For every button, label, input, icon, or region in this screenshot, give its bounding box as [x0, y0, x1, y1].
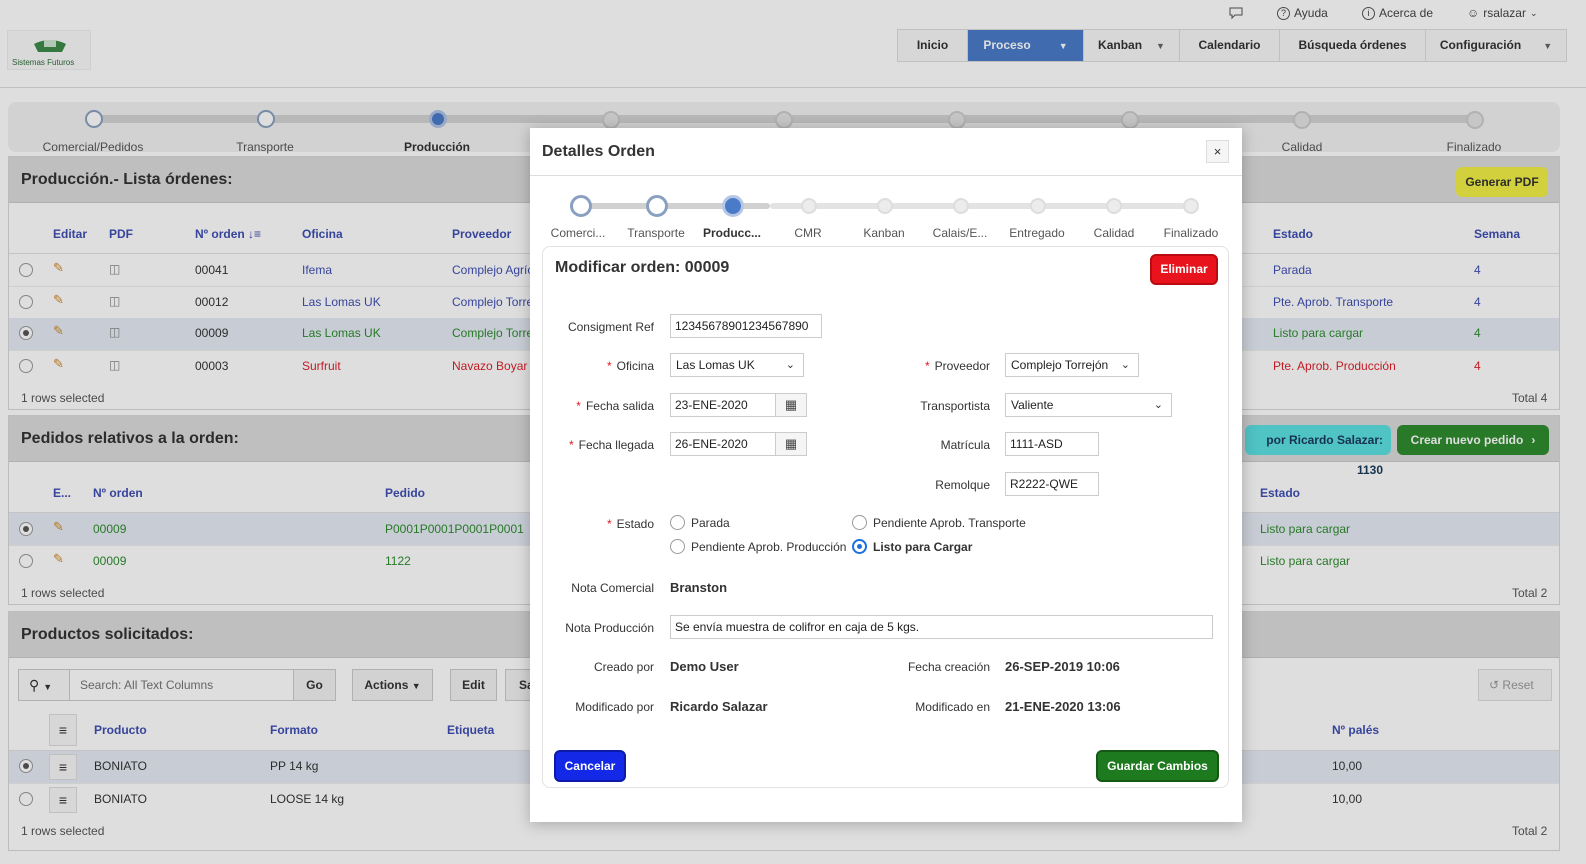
chevron-down-icon: ⌄ — [1153, 399, 1163, 411]
status-label: * Estado — [607, 517, 654, 531]
step-dot[interactable] — [1106, 198, 1122, 214]
production-note-field[interactable]: Se envía muestra de colifror en caja de … — [670, 615, 1213, 639]
order-details-dialog: Detalles Orden × Comerci... Transporte P… — [530, 128, 1242, 822]
step-dot[interactable] — [877, 198, 893, 214]
required-marker: * — [606, 359, 612, 373]
step-label: Entregado — [1009, 226, 1065, 240]
step-label-current: Producc... — [702, 226, 762, 240]
status-option-parada[interactable]: Parada — [670, 515, 730, 530]
office-label: * Oficina — [607, 359, 654, 373]
departure-label-text: Fecha salida — [585, 399, 654, 413]
supplier-select[interactable]: Complejo Torrejón ⌄ — [1005, 353, 1139, 377]
step-dot-done[interactable] — [646, 195, 668, 217]
created-by-value: Demo User — [670, 659, 739, 674]
trailer-field[interactable]: R2222-QWE — [1005, 472, 1099, 496]
created-by-label: Creado por — [593, 660, 654, 674]
modified-at-value: 21-ENE-2020 13:06 — [1005, 699, 1121, 714]
step-label: Comerci... — [550, 226, 606, 240]
modified-at-label: Modificado en — [915, 700, 990, 714]
supplier-label-text: Proveedor — [934, 359, 990, 373]
calendar-icon[interactable]: ▦ — [775, 432, 807, 456]
dialog-title: Detalles Orden — [542, 143, 655, 160]
step-dot-current[interactable] — [722, 195, 744, 217]
consignment-field[interactable]: 12345678901234567890 — [670, 314, 822, 338]
radio-label: Parada — [691, 515, 730, 530]
modified-by-label: Modificado por — [575, 700, 654, 714]
step-label: CMR — [794, 226, 822, 240]
commercial-note-label: Nota Comercial — [571, 581, 654, 595]
step-dot[interactable] — [801, 198, 817, 214]
created-at-label: Fecha creación — [907, 660, 990, 674]
plate-label: Matrícula — [940, 438, 990, 452]
status-option-ready[interactable]: Listo para Cargar — [852, 539, 972, 554]
step-label: Calidad — [1093, 226, 1135, 240]
step-label: Kanban — [863, 226, 905, 240]
required-marker: * — [606, 517, 612, 531]
status-option-transport[interactable]: Pendiente Aprob. Transporte — [852, 515, 1026, 530]
created-at-value: 26-SEP-2019 10:06 — [1005, 659, 1120, 674]
consignment-label: Consigment Ref — [567, 320, 654, 334]
step-dot-done[interactable] — [570, 195, 592, 217]
save-changes-button[interactable]: Guardar Cambios — [1096, 750, 1219, 782]
radio-button[interactable] — [670, 515, 685, 530]
form-title: Modificar orden: 00009 — [555, 259, 730, 276]
production-note-label: Nota Producción — [565, 621, 654, 635]
edit-order-form: Modificar orden: 00009 Eliminar Consigme… — [542, 246, 1229, 788]
step-dot[interactable] — [1183, 198, 1199, 214]
stepper-track — [770, 203, 1192, 209]
arrival-date-field[interactable]: 26-ENE-2020 — [670, 432, 776, 456]
office-value: Las Lomas UK — [676, 358, 755, 372]
calendar-icon[interactable]: ▦ — [775, 393, 807, 417]
supplier-label: * Proveedor — [925, 359, 990, 373]
step-label: Transporte — [627, 226, 685, 240]
carrier-select[interactable]: Valiente ⌄ — [1005, 393, 1172, 417]
departure-label: * Fecha salida — [576, 399, 654, 413]
required-marker: * — [576, 399, 581, 413]
office-label-text: Oficina — [616, 359, 654, 373]
chevron-down-icon: ⌄ — [785, 359, 795, 371]
step-label: Calais/E... — [932, 226, 988, 240]
departure-date-field[interactable]: 23-ENE-2020 — [670, 393, 776, 417]
commercial-note-value: Branston — [670, 580, 728, 595]
modified-by-value: Ricardo Salazar — [670, 699, 768, 714]
radio-label: Listo para Cargar — [873, 539, 973, 554]
arrival-label: * Fecha llegada — [569, 438, 654, 452]
required-marker: * — [924, 359, 930, 373]
office-select[interactable]: Las Lomas UK ⌄ — [670, 353, 804, 377]
chevron-down-icon: ⌄ — [1120, 359, 1130, 371]
status-label-text: Estado — [616, 517, 654, 531]
required-marker: * — [568, 438, 574, 452]
cancel-button[interactable]: Cancelar — [554, 750, 626, 782]
radio-label: Pendiente Aprob. Transporte — [873, 515, 1026, 530]
delete-button[interactable]: Eliminar — [1150, 254, 1218, 285]
status-option-production[interactable]: Pendiente Aprob. Producción — [670, 539, 846, 554]
radio-label: Pendiente Aprob. Producción — [691, 539, 847, 554]
arrival-label-text: Fecha llegada — [578, 438, 654, 452]
supplier-value: Complejo Torrejón — [1011, 358, 1109, 372]
radio-button-selected[interactable] — [852, 539, 867, 554]
step-dot[interactable] — [1030, 198, 1046, 214]
divider — [530, 175, 1242, 176]
step-dot[interactable] — [953, 198, 969, 214]
close-icon[interactable]: × — [1206, 140, 1229, 163]
step-label: Finalizado — [1163, 226, 1219, 240]
plate-field[interactable]: 1111-ASD — [1005, 432, 1099, 456]
radio-button[interactable] — [852, 515, 867, 530]
carrier-value: Valiente — [1011, 398, 1054, 412]
radio-button[interactable] — [670, 539, 685, 554]
carrier-label: Transportista — [920, 399, 990, 413]
trailer-label: Remolque — [935, 478, 990, 492]
